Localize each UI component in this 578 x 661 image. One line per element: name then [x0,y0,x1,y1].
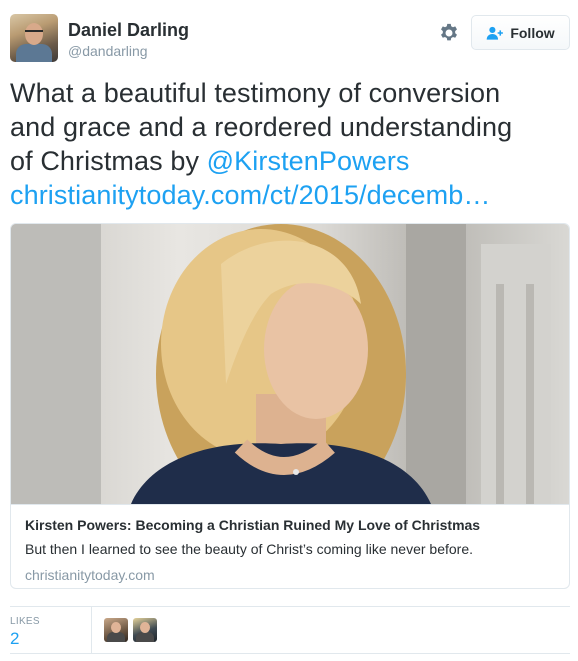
likes-stat[interactable]: LIKES 2 [10,607,92,653]
card-photo [11,224,551,504]
liker-avatar[interactable] [133,618,157,642]
mention-link[interactable]: @KirstenPowers [207,146,410,176]
gear-icon[interactable] [438,22,460,44]
card-description: But then I learned to see the beauty of … [25,541,473,557]
card-body: Kirsten Powers: Becoming a Christian Rui… [11,504,569,588]
card-domain: christianitytoday.com [25,567,155,583]
author-avatar[interactable] [10,14,58,62]
tweet-line: christianitytoday.com/ct/2015/decemb… [10,178,570,212]
liker-avatar[interactable] [104,618,128,642]
tweet-line: of Christmas by @KirstenPowers [10,144,570,178]
follow-label: Follow [510,24,555,41]
tweet-stats: LIKES 2 [10,606,570,654]
likes-label: LIKES [10,616,40,627]
link-card[interactable]: Kirsten Powers: Becoming a Christian Rui… [10,223,570,589]
card-image[interactable] [11,224,569,504]
likers-list [104,618,157,642]
follow-button[interactable]: Follow [471,15,570,50]
tweet-line-prefix: of Christmas by [10,146,207,176]
author-name[interactable]: Daniel Darling [68,20,189,41]
card-title[interactable]: Kirsten Powers: Becoming a Christian Rui… [25,517,555,533]
tweet-line: What a beautiful testimony of conversion [10,78,501,108]
add-user-icon [487,26,504,40]
likes-count: 2 [10,629,20,648]
tweet-header: Daniel Darling @dandarling Follow [10,14,570,64]
tweet-line: and grace and a reordered understanding [10,112,513,142]
author-handle[interactable]: @dandarling [68,43,148,59]
article-link[interactable]: christianitytoday.com/ct/2015/decemb… [10,180,490,210]
tweet-text: What a beautiful testimony of conversion… [10,76,570,212]
